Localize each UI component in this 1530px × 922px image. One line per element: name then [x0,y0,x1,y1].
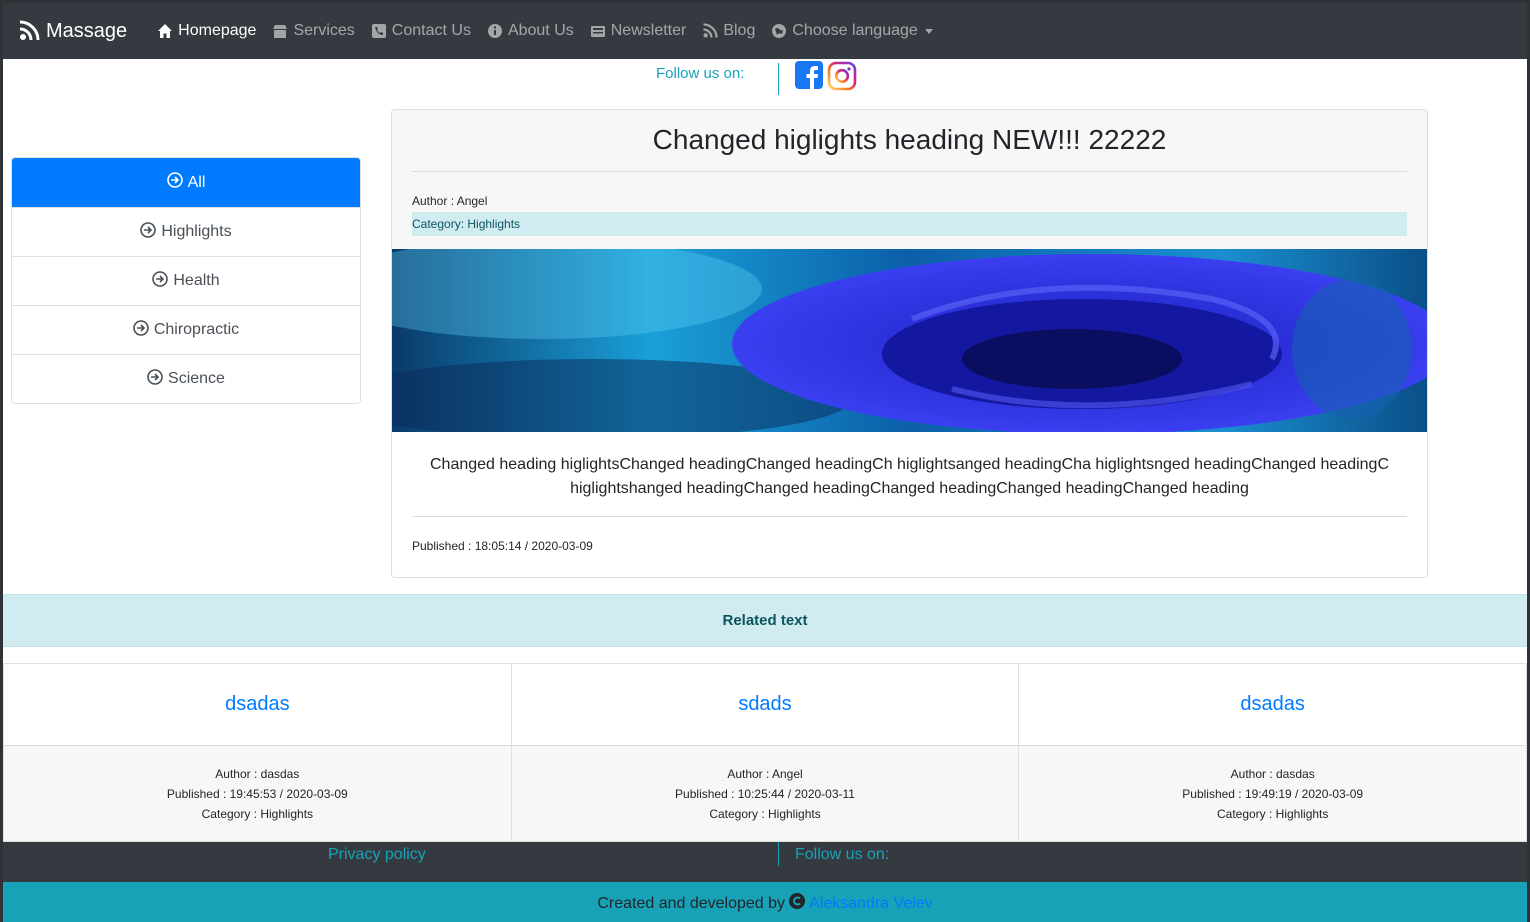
nav-blog[interactable]: Blog [694,22,763,40]
language-dropdown[interactable]: Choose language [763,22,940,40]
category-highlights[interactable]: Highlights [12,207,360,256]
related-published: Published : 19:45:53 / 2020-03-09 [166,786,348,801]
related-author: Author : dasdas [215,766,300,781]
nav-newsletter-label: Newsletter [610,22,687,39]
category-science[interactable]: Science [12,354,360,403]
related-title-link[interactable]: sdads [511,664,1019,745]
article-image [392,249,1427,432]
related-title-link[interactable]: dsadas [1019,664,1527,745]
category-chiropractic-label: Chiropractic [153,321,240,338]
article-category: Category: Highlights [412,212,1407,236]
facebook-icon[interactable] [795,61,823,94]
instagram-icon[interactable] [827,61,857,96]
category-chiropractic[interactable]: Chiropractic [12,305,360,354]
related-author: Author : Angel [727,766,803,781]
related-category: Category : Highlights [201,806,314,821]
contact-icon [371,23,387,39]
nav-newsletter[interactable]: Newsletter [582,22,695,40]
copyright-icon [789,893,806,914]
social-follow-bar: Follow us on: [3,59,1527,95]
privacy-policy-link[interactable]: Privacy policy [328,846,426,864]
blog-icon [18,20,40,42]
category-highlights-label: Highlights [161,223,232,240]
footer-credit: Created and developed by Aleksandra Vele… [3,882,1527,922]
nav-contact[interactable]: Contact Us [363,22,479,40]
divider [412,516,1407,517]
divider [778,63,779,95]
follow-label: Follow us on: [656,65,745,82]
related-title-link[interactable]: dsadas [4,664,511,745]
nav-blog-label: Blog [723,22,756,39]
related-card: dsadas Author : dasdas Published : 19:49… [1019,663,1527,842]
related-card: dsadas Author : dasdas Published : 19:45… [3,663,512,842]
arrow-circle-right-icon [166,172,183,193]
nav-about[interactable]: About Us [479,22,582,40]
footer-links: Privacy policy Follow us on: [3,842,1527,882]
article-body: Changed heading higlightsChanged heading… [429,456,1389,497]
nav-services[interactable]: Services [264,22,362,40]
divider [412,171,1407,172]
footer-follow-label: Follow us on: [795,846,890,863]
nav-services-label: Services [293,22,355,39]
arrow-circle-right-icon [152,270,169,292]
article-header: Changed higlights heading NEW!!! 22222 A… [392,110,1427,249]
category-all[interactable]: All [12,158,360,207]
related-category: Category : Highlights [709,806,821,821]
store-icon [272,23,288,39]
arrow-circle-right-icon [147,368,163,390]
language-dropdown-label: Choose language [792,22,918,39]
related-card: sdads Author : Angel Published : 10:25:4… [511,663,1020,842]
chevron-down-icon [924,28,933,34]
related-published: Published : 10:25:44 / 2020-03-11 [675,786,855,801]
related-category: Category : Highlights [1216,806,1329,821]
nav-homepage[interactable]: Homepage [149,22,264,40]
divider [778,842,779,866]
arrow-circle-right-icon [133,319,149,341]
nav-about-label: About Us [507,22,574,39]
nav-contact-label: Contact Us [391,22,471,39]
related-meta: Author : dasdas Published : 19:49:19 / 2… [1019,745,1527,841]
newsletter-icon [590,23,606,39]
arrow-circle-right-icon [140,221,157,243]
related-meta: Author : Angel Published : 10:25:44 / 20… [511,745,1019,841]
brand-name: Massage [46,19,128,42]
category-health-label: Health [173,272,220,289]
related-published: Published : 19:49:19 / 2020-03-09 [1182,786,1364,801]
blog-icon [702,23,718,39]
nav-menu: Homepage Services Contact Us About Us Ne… [149,22,941,40]
home-icon [157,23,173,39]
category-health[interactable]: Health [12,256,360,305]
info-icon [487,23,503,39]
related-list: dsadas Author : dasdas Published : 19:45… [3,663,1527,842]
article-author: Author : Angel [412,194,488,208]
related-author: Author : dasdas [1230,766,1315,781]
category-all-label: All [187,173,206,191]
globe-icon [771,23,787,39]
page: Massage Homepage Services Contact Us Abo… [3,3,1527,922]
credit-text: Created and developed by [597,894,786,912]
article-title: Changed higlights heading NEW!!! 22222 [652,124,1167,155]
related-meta: Author : dasdas Published : 19:45:53 / 2… [4,745,511,841]
author-link[interactable]: Aleksandra Velev [809,895,933,913]
article-card: Changed higlights heading NEW!!! 22222 A… [391,109,1428,578]
brand[interactable]: Massage [18,20,127,43]
category-science-label: Science [168,370,225,387]
top-navbar: Massage Homepage Services Contact Us Abo… [3,3,1527,59]
category-list: All Highlights Health Chiropractic Scien… [11,157,361,404]
article-published: Published : 18:05:14 / 2020-03-09 [412,539,593,553]
nav-homepage-label: Homepage [178,22,257,39]
related-heading: Related text [3,594,1527,647]
